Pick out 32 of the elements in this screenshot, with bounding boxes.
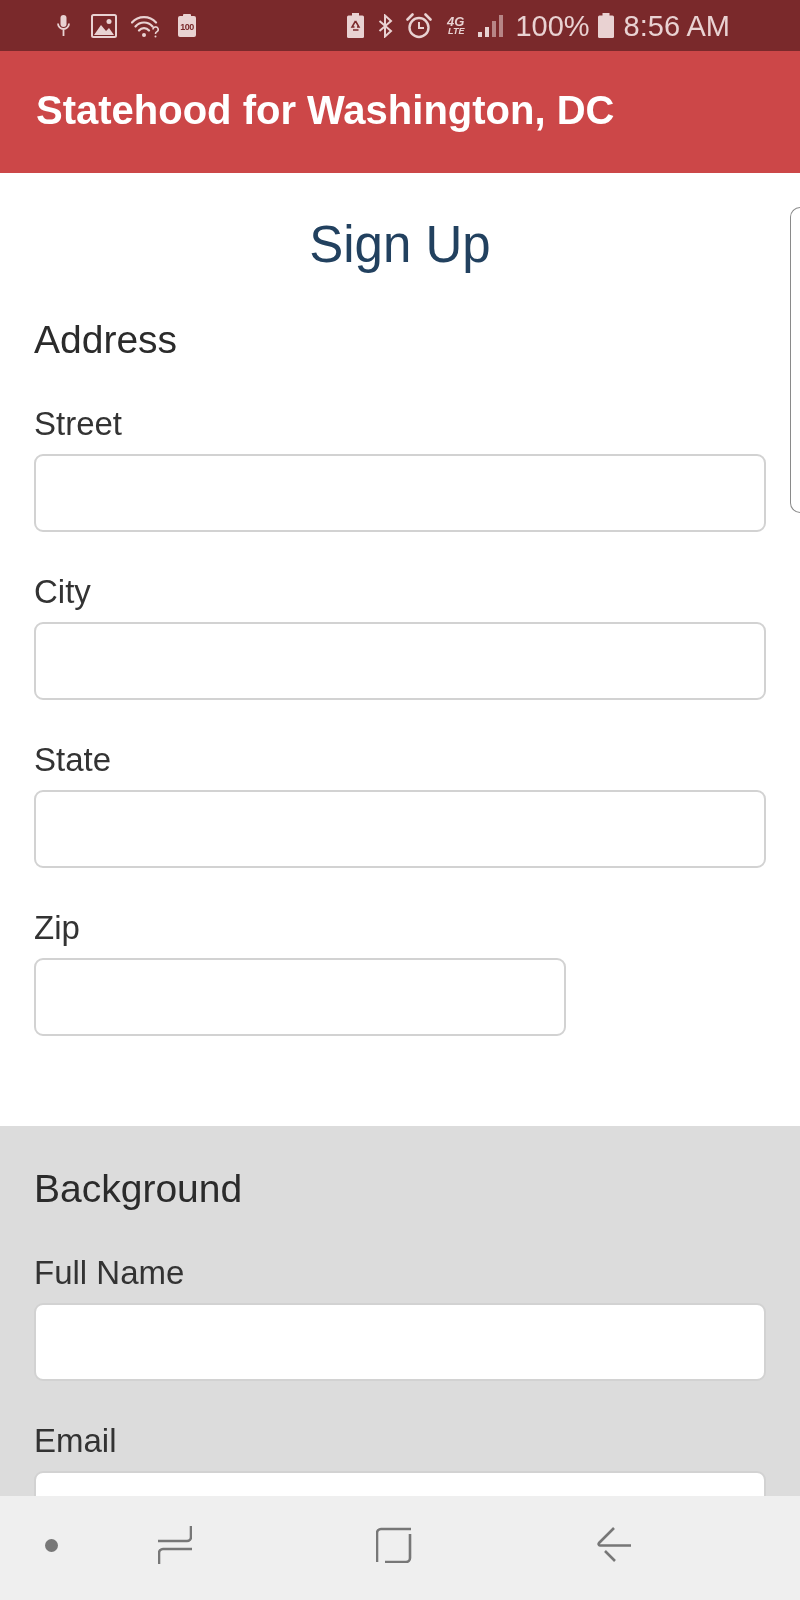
text-input-field[interactable] [34, 958, 566, 1036]
battery-percent-text: 100% [515, 8, 590, 43]
page-title: Sign Up [309, 215, 491, 275]
edge-panel-handle[interactable] [790, 207, 800, 513]
bluetooth-icon [378, 13, 394, 38]
text-input-field[interactable] [34, 1303, 766, 1381]
battery-recycle-icon [347, 13, 365, 38]
field-label: State [34, 740, 112, 780]
dot-icon[interactable] [45, 1538, 58, 1552]
battery-icon [597, 13, 614, 38]
section-heading: Background [34, 1166, 243, 1212]
field-label: Zip [34, 908, 80, 948]
app-title: Statehood for Washington, DC [36, 87, 615, 134]
text-input-field[interactable] [34, 454, 766, 532]
field-label: Full Name [34, 1253, 185, 1293]
back-arrow-icon[interactable] [597, 1527, 631, 1563]
image-icon [91, 13, 117, 38]
wifi-question-icon [131, 13, 161, 38]
field-label: City [34, 572, 91, 612]
alarm-clock-icon [406, 12, 433, 39]
microphone-icon [57, 14, 70, 37]
signal-bars-icon [478, 14, 505, 37]
network-subtype-text: LTE [448, 27, 465, 36]
text-input-field[interactable] [34, 790, 766, 868]
recent-apps-icon[interactable] [158, 1526, 192, 1564]
text-input-field[interactable] [34, 622, 766, 700]
clock-time-text: 8:56 AM [623, 8, 730, 43]
battery-level-badge: 100 [178, 14, 196, 37]
field-label: Email [34, 1421, 117, 1461]
field-label: Street [34, 404, 123, 444]
section-heading: Address [34, 317, 178, 363]
network-type-text: 4G [447, 15, 465, 28]
